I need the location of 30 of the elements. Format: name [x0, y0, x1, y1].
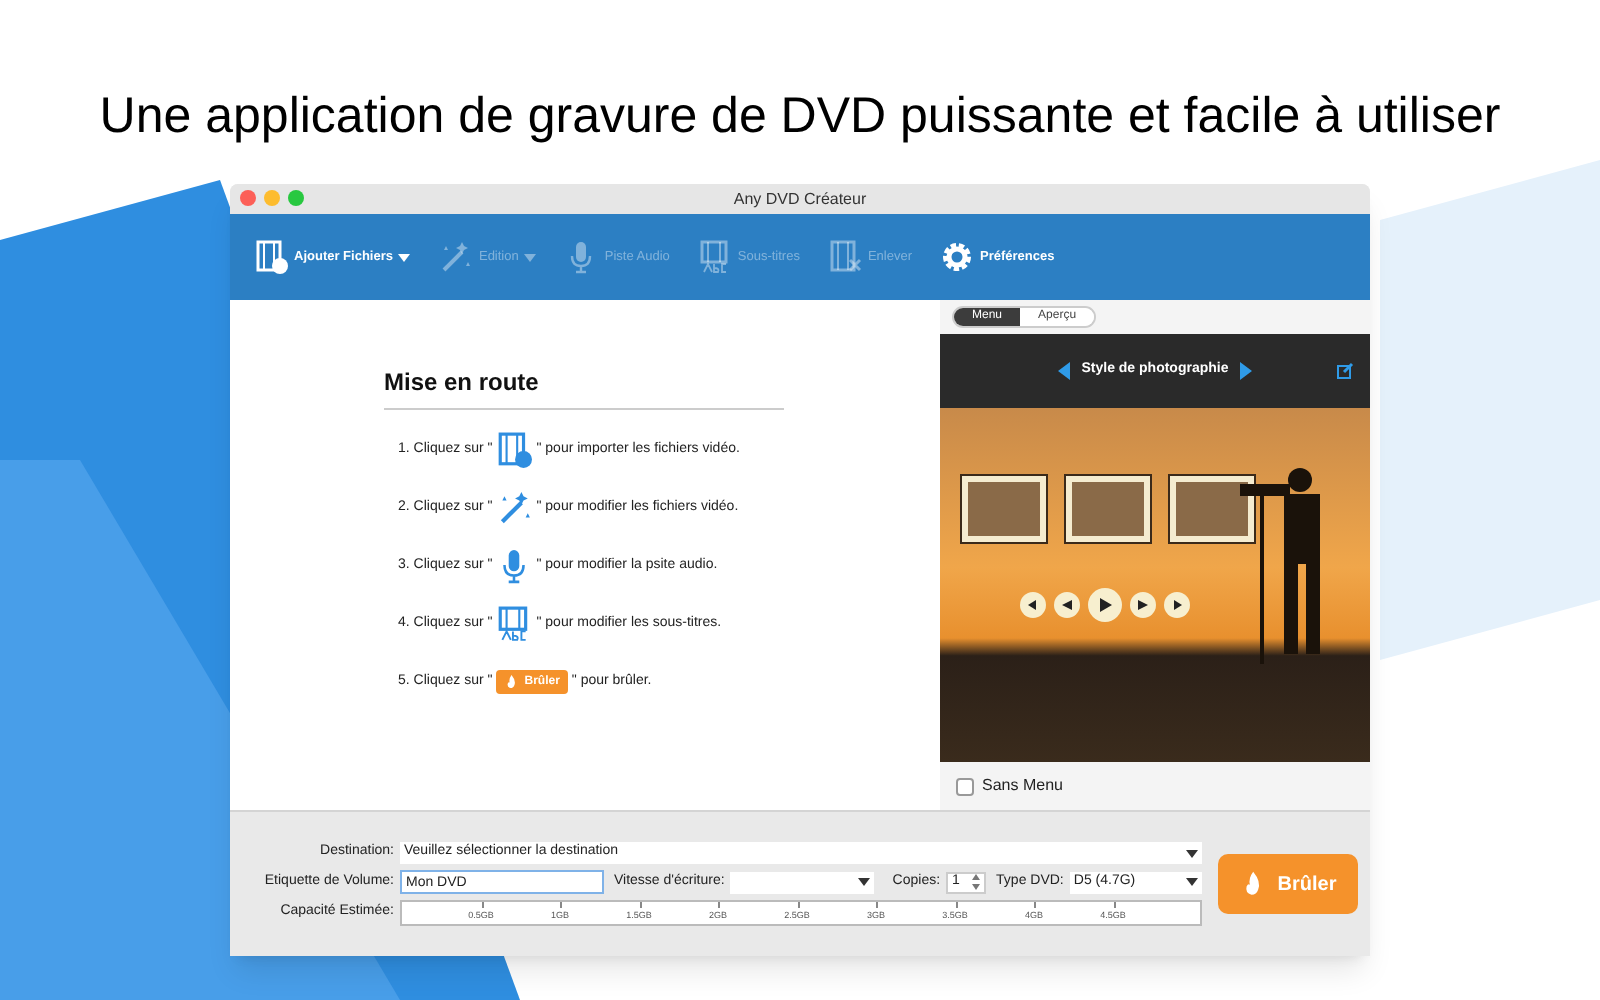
flame-icon [504, 674, 521, 690]
fast-forward-icon[interactable] [1130, 592, 1156, 618]
burn-button[interactable]: Brûler [1218, 854, 1358, 914]
skip-back-icon[interactable] [1020, 592, 1046, 618]
thumbnail-frame[interactable] [1170, 476, 1254, 542]
film-plus-icon [254, 240, 288, 274]
previous-arrow-icon[interactable] [1057, 362, 1070, 380]
thumbnail-frame[interactable] [962, 476, 1046, 542]
caret-icon [858, 878, 871, 886]
headline: Une application de gravure de DVD puissante et facile à utiliser [99, 86, 1501, 148]
film-x-icon [827, 240, 862, 274]
thumbnail-frame[interactable] [1066, 476, 1150, 542]
caret-icon [1186, 878, 1198, 886]
rewind-icon[interactable] [1054, 592, 1080, 618]
film-abc-icon [496, 606, 533, 642]
caret-icon [1186, 849, 1198, 857]
magic-wand-icon [496, 490, 533, 526]
film-abc-icon [697, 240, 732, 274]
play-icon[interactable] [1088, 588, 1122, 622]
skip-forward-icon[interactable] [1164, 592, 1190, 618]
magic-wand-icon [438, 240, 473, 274]
guide-title: Mise en route [384, 364, 784, 410]
film-plus-icon [496, 432, 533, 468]
settings-icon [940, 240, 975, 274]
sans-menu-checkbox[interactable] [956, 777, 974, 795]
window-title: Any DVD Créateur [733, 187, 867, 211]
stepper-arrows-icon[interactable] [972, 874, 981, 890]
edit-icon[interactable] [1336, 362, 1354, 380]
sans-menu-label: Sans Menu [982, 774, 1063, 798]
next-arrow-icon[interactable] [1240, 362, 1253, 380]
